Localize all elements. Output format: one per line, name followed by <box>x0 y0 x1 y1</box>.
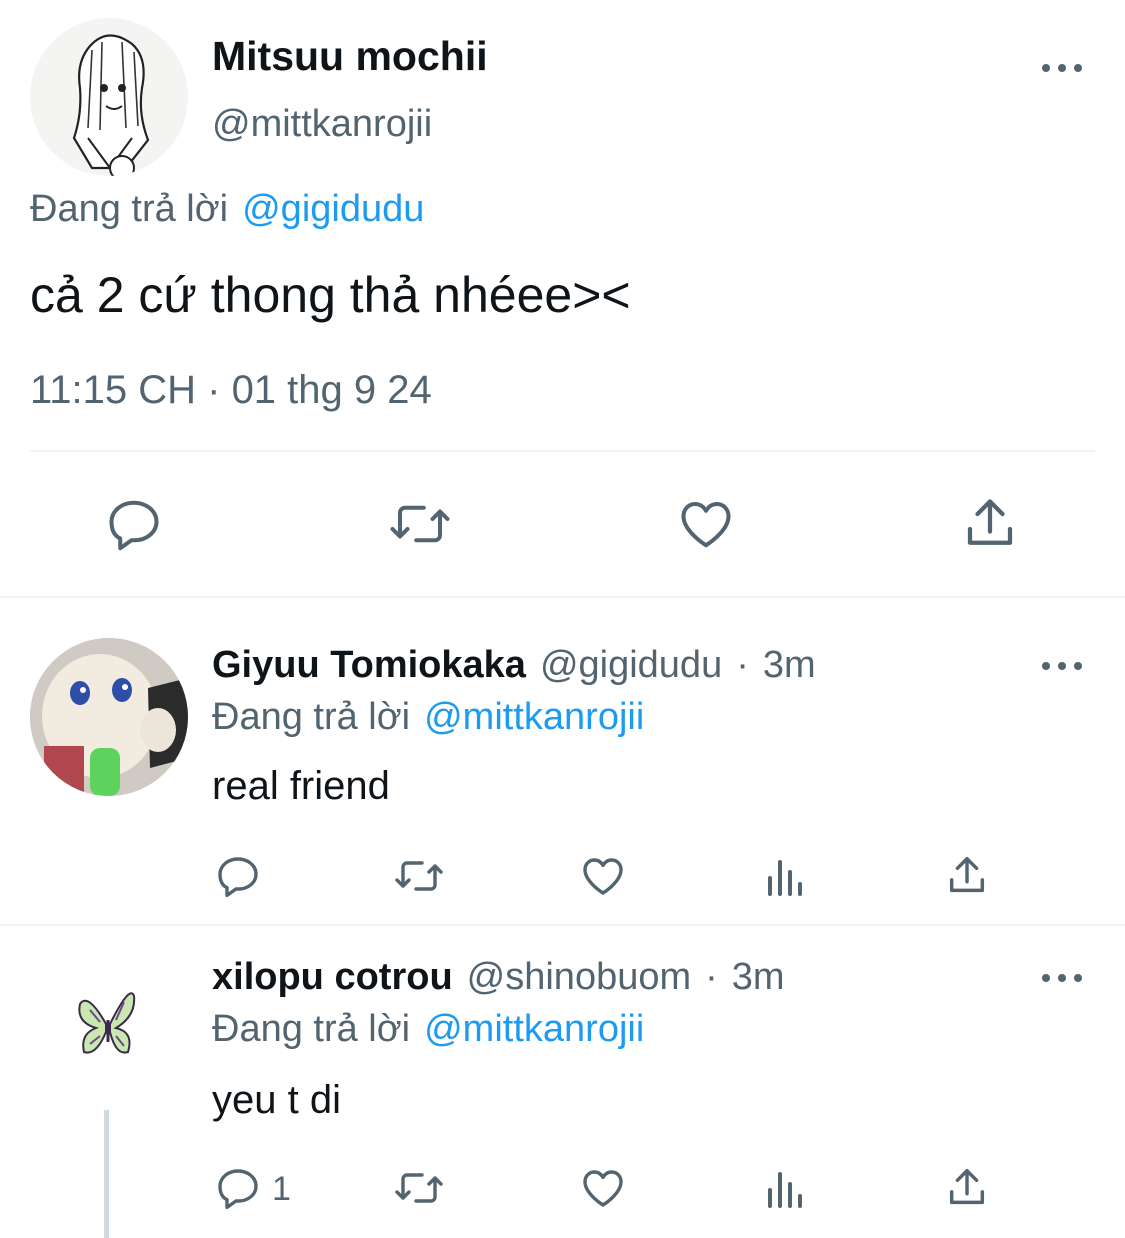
reply-header: xilopu cotrou @shinobuom · 3m <box>212 956 785 999</box>
views-icon[interactable] <box>764 852 808 900</box>
replying-prefix: Đang trả lời <box>212 696 411 738</box>
retweet-icon[interactable] <box>386 494 454 554</box>
reply-avatar[interactable] <box>30 638 188 796</box>
reply-count: 1 <box>272 1170 291 1208</box>
replying-to-handle[interactable]: @gigidudu <box>242 188 424 231</box>
reply-icon[interactable] <box>104 494 164 554</box>
separator-dot: · <box>705 956 718 998</box>
like-icon[interactable] <box>676 494 736 554</box>
divider <box>30 450 1095 452</box>
reply-time[interactable]: 3m <box>732 956 785 999</box>
retweet-icon[interactable] <box>392 1164 446 1212</box>
share-icon[interactable] <box>960 494 1020 554</box>
reply-replying-to: Đang trả lời @mittkanrojii <box>212 1008 644 1051</box>
more-options-icon[interactable] <box>1042 660 1082 672</box>
reply-time[interactable]: 3m <box>763 644 816 687</box>
reply-display-name[interactable]: xilopu cotrou <box>212 956 453 999</box>
reply-text: real friend <box>212 764 390 808</box>
reply-handle[interactable]: @gigidudu <box>540 644 722 687</box>
like-icon[interactable] <box>578 1164 628 1212</box>
main-tweet-display-name[interactable]: Mitsuu mochii <box>212 33 488 80</box>
reply-header: Giyuu Tomiokaka @gigidudu · 3m <box>212 644 816 687</box>
views-icon[interactable] <box>764 1164 808 1212</box>
separator-dot: · <box>736 644 749 686</box>
divider <box>0 596 1125 598</box>
main-tweet-handle[interactable]: @mittkanrojii <box>212 103 432 146</box>
main-tweet-avatar[interactable] <box>30 18 188 176</box>
like-icon[interactable] <box>578 852 628 900</box>
thread-line <box>104 1110 109 1238</box>
replying-prefix: Đang trả lời <box>212 1008 411 1050</box>
reply-text: yeu t di <box>212 1078 341 1122</box>
reply-display-name[interactable]: Giyuu Tomiokaka <box>212 644 526 687</box>
share-icon[interactable] <box>944 1164 990 1212</box>
main-tweet-text: cả 2 cứ thong thả nhéee>< <box>30 267 631 323</box>
replying-to-handle[interactable]: @mittkanrojii <box>424 696 644 739</box>
replying-prefix: Đang trả lời <box>30 188 229 230</box>
reply-replying-to: Đang trả lời @mittkanrojii <box>212 696 644 739</box>
retweet-icon[interactable] <box>392 852 446 900</box>
reply-handle[interactable]: @shinobuom <box>467 956 691 999</box>
reply-avatar[interactable] <box>30 952 188 1110</box>
replying-to-handle[interactable]: @mittkanrojii <box>424 1008 644 1051</box>
share-icon[interactable] <box>944 852 990 900</box>
main-tweet-timestamp[interactable]: 11:15 CH · 01 thg 9 24 <box>30 368 432 413</box>
main-tweet-replying-to: Đang trả lời @gigidudu <box>30 188 424 231</box>
divider <box>0 924 1125 926</box>
more-options-icon[interactable] <box>1042 972 1082 984</box>
reply-icon[interactable] <box>214 1164 262 1212</box>
more-options-icon[interactable] <box>1042 62 1082 74</box>
reply-icon[interactable] <box>214 852 262 900</box>
